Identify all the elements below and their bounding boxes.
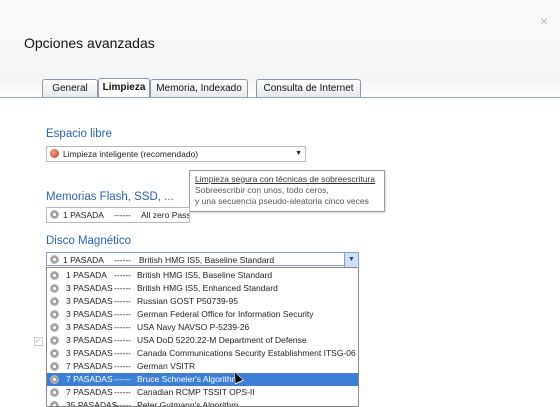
flash-pass: 1 PASADA xyxy=(63,210,104,220)
tab-limpieza[interactable]: Limpieza xyxy=(98,78,150,98)
list-item[interactable]: 7 PASADAS ------ Bruce Schneier's Algorith… xyxy=(47,373,358,386)
tooltip-line-1: Limpieza segura con técnicas de sobreesc… xyxy=(195,174,376,184)
list-item[interactable]: 3 PASADAS ------ Canada Communications Sec… xyxy=(47,347,358,360)
flash-heading: Memorias Flash, SSD, ... xyxy=(46,191,174,203)
advanced-options-window: × Opciones avanzadas General Limpieza Me… xyxy=(0,0,560,407)
option-passes: 7 PASADAS xyxy=(66,374,113,384)
option-algorithm: British HMG IS5, Enhanced Standard xyxy=(137,283,278,293)
flash-algorithm: All zero Pass xyxy=(141,210,190,220)
magnetic-algorithm: British HMG IS5, Baseline Standard xyxy=(139,255,275,265)
option-dash: ------ xyxy=(114,348,131,358)
list-item[interactable]: 3 PASADAS ------ USA DoD 5220.22-M Departm… xyxy=(47,334,358,347)
magnetic-dash: ------ xyxy=(114,255,131,265)
option-dash: ------ xyxy=(114,296,131,306)
list-item[interactable]: 3 PASADAS ------ USA Navy NAVSO P-5239-26 xyxy=(47,321,358,334)
option-passes: 3 PASADAS xyxy=(66,335,113,345)
flash-dash: ------ xyxy=(114,210,131,220)
chevron-down-icon[interactable]: ▼ xyxy=(295,147,302,161)
gear-icon xyxy=(50,375,59,384)
option-passes: 1 PASADA xyxy=(66,270,107,280)
free-space-value: Limpieza inteligente (recomendado) xyxy=(63,149,199,159)
option-algorithm: British HMG IS5, Baseline Standard xyxy=(137,270,273,280)
gear-icon xyxy=(50,255,59,264)
option-algorithm: USA DoD 5220.22-M Department of Defense xyxy=(137,335,307,345)
gear-icon xyxy=(50,388,59,397)
option-algorithm: German Federal Office for Information Se… xyxy=(137,309,314,319)
magnetic-pass: 1 PASADA xyxy=(63,255,104,265)
option-passes: 3 PASADAS xyxy=(66,348,113,358)
option-passes: 7 PASADAS xyxy=(66,387,113,397)
tooltip: Limpieza segura con técnicas de sobreesc… xyxy=(189,170,385,212)
free-space-select[interactable]: Limpieza inteligente (recomendado) ▼ xyxy=(46,146,306,162)
gear-icon xyxy=(50,284,59,293)
option-algorithm: Russian GOST P50739-95 xyxy=(137,296,238,306)
gear-icon xyxy=(50,271,59,280)
option-dash: ------ xyxy=(114,374,131,384)
list-item[interactable]: 7 PASADAS ------ Canadian RCMP TSSIT OPS-I… xyxy=(47,386,358,399)
option-passes: 7 PASADAS xyxy=(66,361,113,371)
chevron-down-icon[interactable]: ▼ xyxy=(344,253,358,267)
gear-icon xyxy=(50,297,59,306)
gear-icon xyxy=(50,349,59,358)
option-dash: ------ xyxy=(114,387,131,397)
window-title: Opciones avanzadas xyxy=(24,35,155,51)
list-item[interactable]: 3 PASADAS ------ British HMG IS5, Enhanced… xyxy=(47,282,358,295)
option-passes: 3 PASADAS xyxy=(66,322,113,332)
list-item[interactable]: 7 PASADAS ------ German VSITR xyxy=(47,360,358,373)
tooltip-line-3: y una secuencia pseudo-aleatoria cinco v… xyxy=(195,196,369,206)
gear-icon xyxy=(50,401,59,406)
option-algorithm: Bruce Schneier's Algorithm xyxy=(137,374,239,384)
free-space-heading: Espacio libre xyxy=(46,128,112,140)
magnetic-select[interactable]: 1 PASADA ------ British HMG IS5, Baselin… xyxy=(46,252,359,267)
tab-consulta-internet[interactable]: Consulta de Internet xyxy=(256,79,361,97)
option-passes: 3 PASADAS xyxy=(66,296,113,306)
option-dash: ------ xyxy=(114,270,131,280)
gear-icon xyxy=(50,362,59,371)
tab-memoria-indexado[interactable]: Memoria, Indexado xyxy=(150,79,248,97)
gear-icon xyxy=(50,310,59,319)
close-icon[interactable]: × xyxy=(540,14,548,28)
option-dash: ------ xyxy=(114,322,131,332)
option-passes: 3 PASADAS xyxy=(66,283,113,293)
option-dash: ------ xyxy=(114,309,131,319)
tab-divider xyxy=(0,97,560,98)
option-dash: ------ xyxy=(114,361,131,371)
checkbox[interactable]: ✓ xyxy=(34,337,43,346)
list-item[interactable]: 1 PASADA ------ British HMG IS5, Baseline … xyxy=(47,269,358,282)
option-algorithm: German VSITR xyxy=(137,361,196,371)
gear-icon xyxy=(50,336,59,345)
option-dash: ------ xyxy=(114,335,131,345)
gear-icon xyxy=(50,210,59,219)
magnetic-heading: Disco Magnético xyxy=(46,235,132,247)
flash-select[interactable]: 1 PASADA ------ All zero Pass xyxy=(46,207,190,223)
option-algorithm: Canada Communications Security Establish… xyxy=(137,348,356,358)
gear-icon xyxy=(50,323,59,332)
tab-general[interactable]: General xyxy=(42,79,98,97)
option-dash: ------ xyxy=(114,283,131,293)
red-circle-icon xyxy=(50,149,59,158)
magnetic-options-list[interactable]: 1 PASADA ------ British HMG IS5, Baseline … xyxy=(46,267,359,407)
list-item[interactable]: 3 PASADAS ------ Russian GOST P50739-95 xyxy=(47,295,358,308)
option-algorithm: USA Navy NAVSO P-5239-26 xyxy=(137,322,250,332)
option-passes: 3 PASADAS xyxy=(66,309,113,319)
tooltip-line-2: Sobreescribir con unos, todo ceros, xyxy=(195,185,329,195)
option-algorithm: Canadian RCMP TSSIT OPS-II xyxy=(137,387,255,397)
list-item[interactable]: 3 PASADAS ------ German Federal Office for… xyxy=(47,308,358,321)
